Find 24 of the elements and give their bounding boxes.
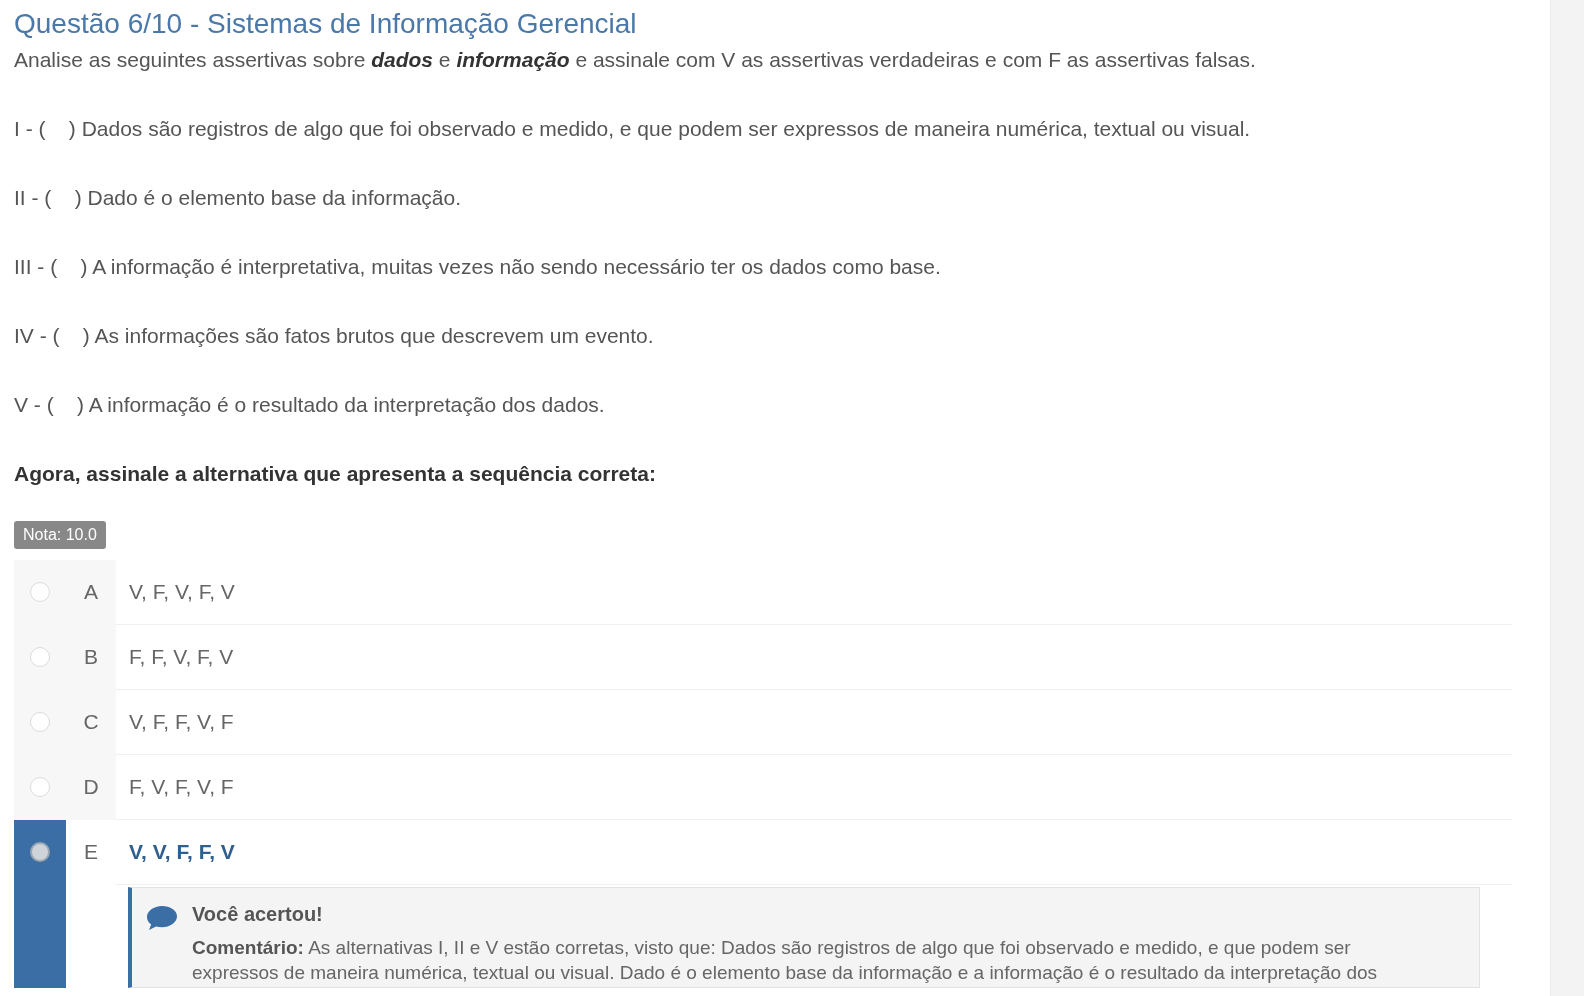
question-title: Questão 6/10 - Sistemas de Informação Gerencial [14, 8, 637, 40]
statement-text: I - ( ) Dados são registros de algo que foi observado e medido, e que podem ser expressos de maneira numérica, textual ou visual. [14, 117, 1252, 141]
option-text[interactable]: V, F, F, V, F [129, 706, 234, 738]
grade-badge: Nota: 10.0 [14, 521, 106, 549]
question-intro: Analise as seguintes assertivas sobre dados e informação e assinale com V as assertivas verdadeiras e com F as assertivas falsas. [14, 48, 1257, 72]
option-letter: D [83, 774, 99, 800]
option-text[interactable]: F, F, V, F, V [129, 641, 234, 673]
statement-text: III - ( ) A informação é interpretativa, muitas vezes não sendo necessário ter os dados como base. [14, 255, 942, 279]
option-text[interactable]: F, V, F, V, F [129, 771, 234, 803]
radio-button[interactable] [30, 842, 50, 862]
option-text[interactable]: V, V, F, F, V [129, 836, 235, 868]
option-selector[interactable] [14, 820, 66, 988]
feedback-comment: Comentário: As alternativas I, II e V estão corretas, visto que: Dados são registros de algo que foi observado e medido, e que podem ser expressos de maneira numérica, textual ou visual. Dado é o elemento base da informação e a informação é o resultado da interpretação dos [192, 936, 1379, 985]
option-letter: C [83, 709, 99, 735]
statement-text: V - ( ) A informação é o resultado da interpretação dos dados. [14, 393, 606, 417]
option-letter: B [84, 644, 98, 670]
option-text[interactable]: V, F, V, F, V [129, 576, 235, 608]
statement-text: II - ( ) Dado é o elemento base da informação. [14, 186, 463, 210]
option-letter: A [84, 579, 98, 605]
speech-bubble-icon [146, 904, 178, 932]
question-prompt: Agora, assinale a alternativa que apresenta a sequência correta: [14, 462, 657, 486]
option-letter: E [84, 839, 98, 865]
statement-text: IV - ( ) As informações são fatos brutos que descrevem um evento. [14, 324, 655, 348]
feedback-title: Você acertou! [192, 902, 323, 926]
